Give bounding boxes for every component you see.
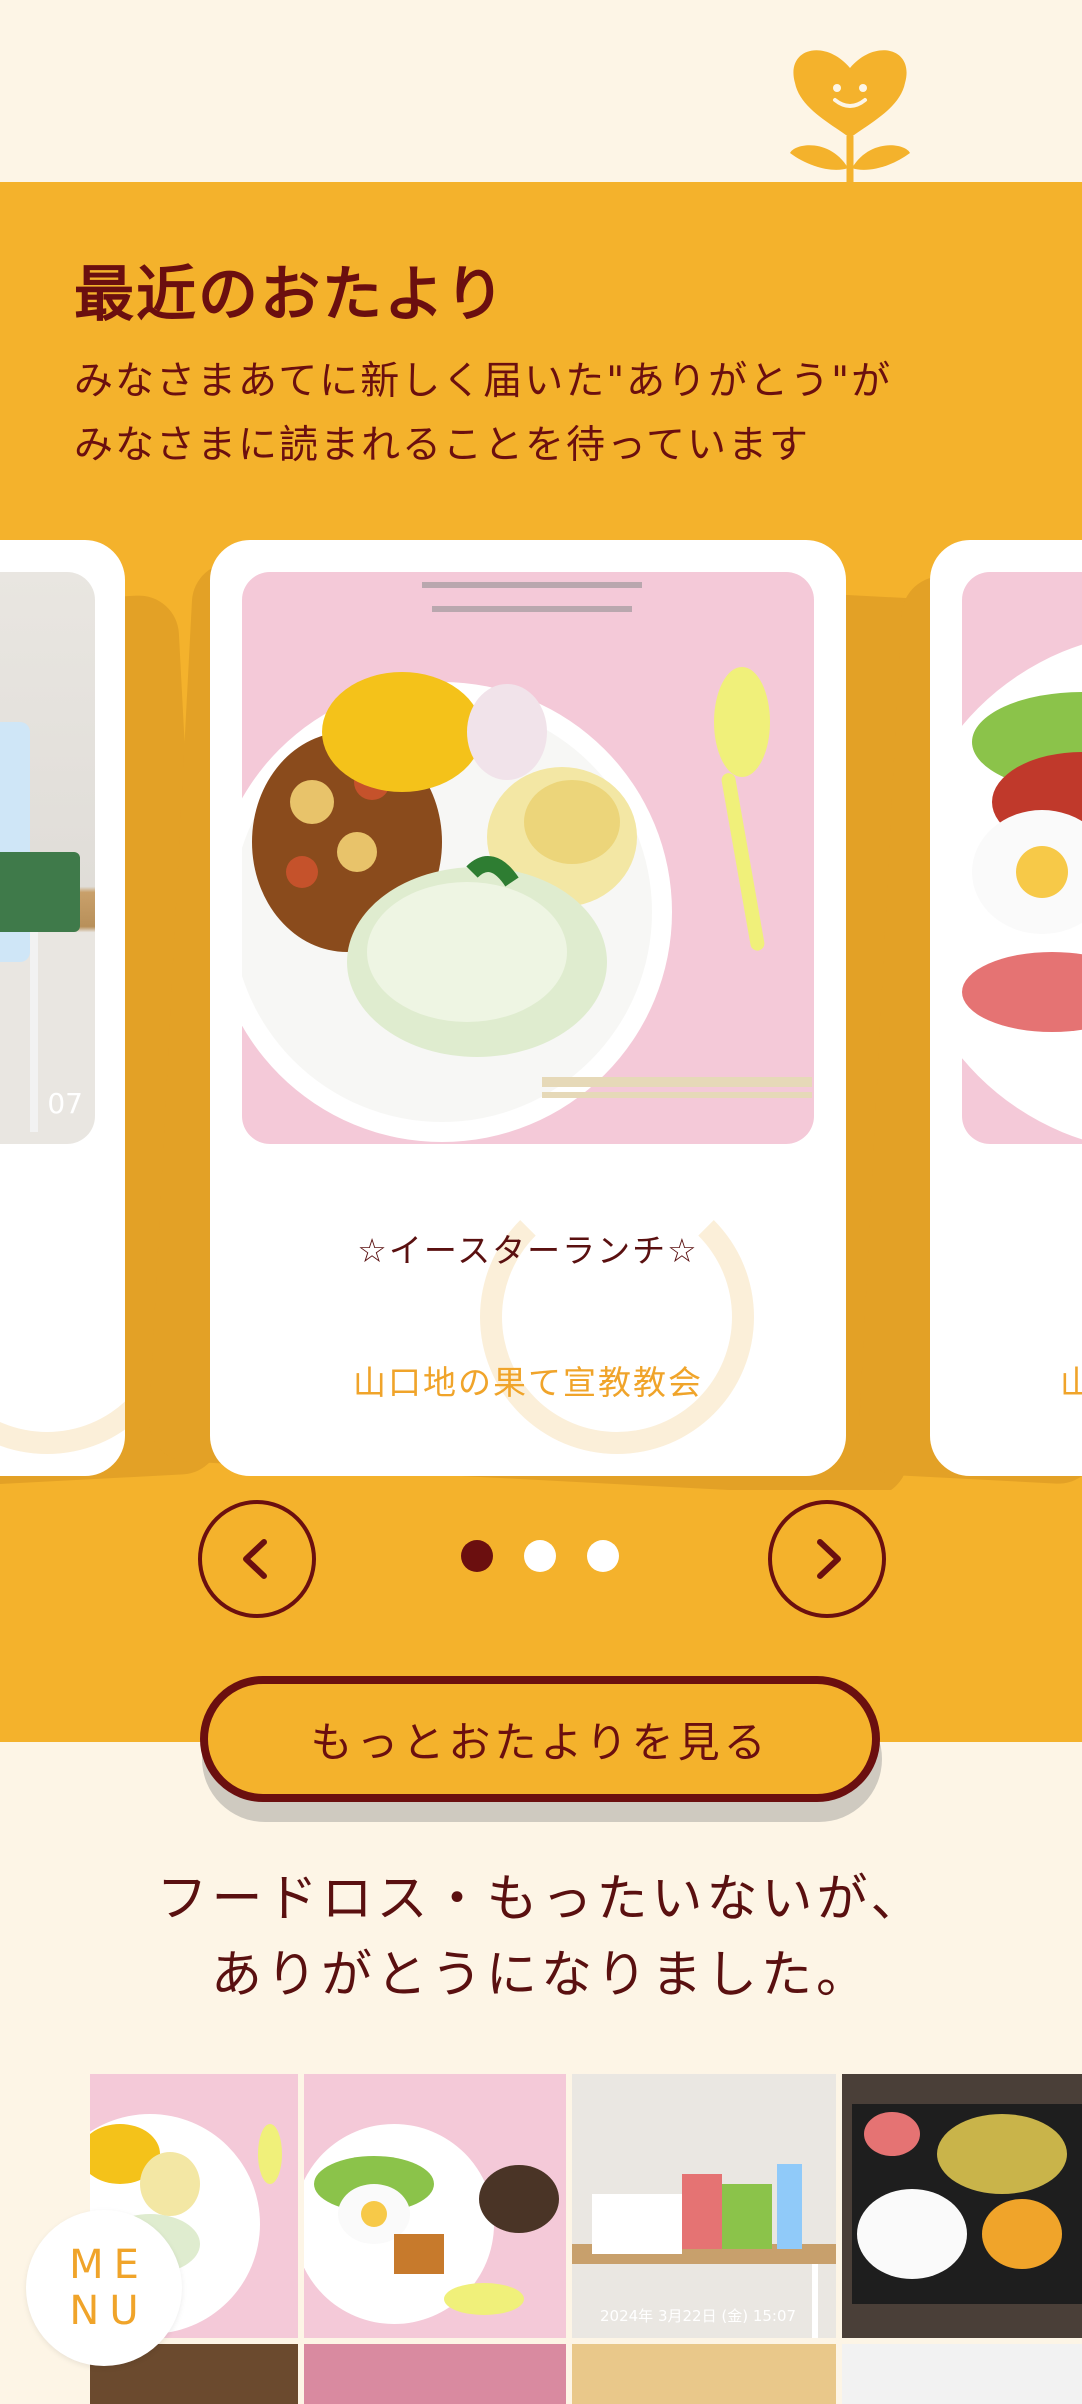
letters-carousel[interactable]: 07 ☆イースターランチ☆ 山口地の果て宣教教会 山: [0, 540, 1082, 1490]
menu-button[interactable]: ME NU: [26, 2210, 182, 2366]
easter-lunch-illustration: [242, 582, 812, 1142]
header-band: [0, 0, 1082, 188]
gallery-photo[interactable]: [572, 2344, 836, 2404]
gallery-photo[interactable]: 2024年 3月22日 (金) 15:07: [572, 2074, 836, 2338]
menu-label-line-2: NU: [69, 2288, 149, 2334]
carousel-dot[interactable]: [524, 1540, 556, 1572]
section-description: みなさまあてに新しく届いた"ありがとう"が みなさまに読まれることを待っています: [74, 350, 1034, 478]
flower-logo-icon: [790, 50, 910, 188]
gallery-photo[interactable]: [304, 2344, 566, 2404]
taco-rice-illustration: [962, 644, 1082, 1140]
next-slide-button[interactable]: [768, 1500, 886, 1618]
description-line-1: みなさまあてに新しく届いた"ありがとう"が: [74, 359, 893, 404]
letter-author[interactable]: 山口地の果て宣教教会: [210, 1356, 846, 1404]
letter-card[interactable]: 山: [930, 540, 1082, 1476]
letter-card[interactable]: 07: [0, 540, 125, 1476]
card-watermark: [0, 1180, 125, 1454]
photo-gallery: 2024年 3月22日 (金) 15:07: [90, 2074, 1082, 2404]
card-watermark: [480, 1180, 754, 1454]
letter-title: ☆イースターランチ☆: [357, 1231, 699, 1270]
tagline-line-1: フードロス・もったいないが、: [156, 1870, 926, 1929]
prev-slide-button[interactable]: [198, 1500, 316, 1618]
chevron-left-icon: [243, 1539, 267, 1579]
menu-label-line-1: ME: [69, 2242, 149, 2288]
letter-photo: 07: [0, 572, 95, 1144]
section-title: 最近のおたより: [74, 260, 507, 330]
description-line-2: みなさまに読まれることを待っています: [74, 423, 811, 468]
photo-timestamp: 2024年 3月22日 (金) 15:07: [600, 2307, 797, 2325]
carousel-dot[interactable]: [587, 1540, 619, 1572]
gallery-photo[interactable]: [842, 2074, 1082, 2338]
tagline-line-2: ありがとうになりました。: [210, 1946, 871, 2005]
carousel-dot-active[interactable]: [461, 1540, 493, 1572]
letter-photo: [962, 572, 1082, 1144]
see-more-letters-button[interactable]: もっとおたよりを見る: [200, 1676, 880, 1802]
gallery-photo[interactable]: [842, 2344, 1082, 2404]
letter-photo: [242, 572, 814, 1144]
tagline: フードロス・もったいないが、 ありがとうになりました。: [0, 1862, 1082, 2014]
photo-timestamp: 07: [47, 1087, 83, 1120]
letter-card[interactable]: ☆イースターランチ☆ 山口地の果て宣教教会: [210, 540, 846, 1476]
chevron-right-icon: [817, 1539, 841, 1579]
letter-author[interactable]: 山: [1060, 1356, 1082, 1404]
gallery-photo[interactable]: [304, 2074, 566, 2338]
